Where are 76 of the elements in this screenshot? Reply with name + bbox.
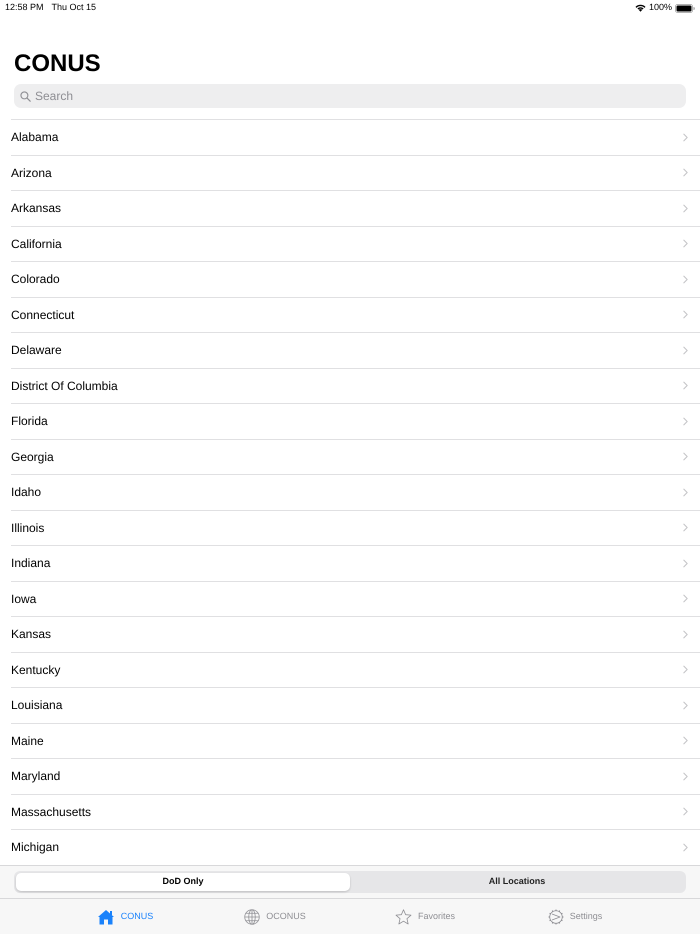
chevron-right-icon <box>683 168 688 178</box>
chevron-right-icon <box>683 665 688 674</box>
search-icon <box>20 90 31 102</box>
list-row[interactable]: Illinois <box>11 510 700 546</box>
chevron-right-icon <box>683 523 688 532</box>
status-date: Thu Oct 15 <box>52 1 96 14</box>
state-name: Georgia <box>11 448 54 466</box>
state-name: Iowa <box>11 590 36 608</box>
state-name: California <box>11 236 62 253</box>
chevron-right-icon <box>683 772 688 781</box>
state-name: Idaho <box>11 484 42 502</box>
state-name: Maryland <box>11 768 60 786</box>
state-name: Kansas <box>11 626 52 644</box>
list-row[interactable]: Idaho <box>11 475 700 510</box>
list-row[interactable]: Florida <box>11 404 700 440</box>
list-row[interactable]: Alabama <box>11 120 700 156</box>
chevron-right-icon <box>683 310 688 320</box>
list-row[interactable]: Arkansas <box>11 191 700 226</box>
globe-icon <box>244 908 260 924</box>
chevron-right-icon <box>683 842 688 852</box>
chevron-right-icon <box>683 381 688 390</box>
segment-button[interactable]: All Locations <box>350 873 684 891</box>
state-name: Maine <box>11 732 44 750</box>
list-row[interactable]: Massachusetts <box>11 794 700 830</box>
chevron-right-icon <box>683 594 688 604</box>
list-row[interactable]: California <box>11 226 700 262</box>
state-name: Connecticut <box>11 306 74 324</box>
state-name: Arkansas <box>11 200 62 218</box>
gear-icon <box>548 908 564 924</box>
list-row[interactable]: Iowa <box>11 582 700 617</box>
chevron-right-icon <box>683 416 688 426</box>
battery-percentage: 100% <box>648 1 672 14</box>
chevron-right-icon <box>683 346 688 355</box>
chevron-right-icon <box>683 452 688 462</box>
state-name: Michigan <box>11 839 60 856</box>
chevron-right-icon <box>683 700 688 710</box>
chevron-right-icon <box>683 239 688 248</box>
list-row[interactable]: Georgia <box>11 440 700 475</box>
list-row[interactable]: Kentucky <box>11 652 700 688</box>
chevron-right-icon <box>683 736 688 746</box>
list-row[interactable]: Connecticut <box>11 298 700 333</box>
list-row[interactable]: Maryland <box>11 759 700 794</box>
state-name: District Of Columbia <box>11 378 118 395</box>
battery-icon <box>675 4 695 12</box>
state-name: Illinois <box>11 520 44 537</box>
list-row[interactable]: Delaware <box>11 333 700 368</box>
chevron-right-icon <box>683 807 688 816</box>
search-field[interactable]: Search <box>14 84 686 108</box>
chevron-right-icon <box>683 274 688 284</box>
chevron-right-icon <box>683 488 688 497</box>
wifi-icon <box>634 4 646 12</box>
list-row[interactable]: Arizona <box>11 156 700 191</box>
list-row[interactable]: Kansas <box>11 617 700 652</box>
list-row[interactable]: Colorado <box>11 262 700 298</box>
state-name: Louisiana <box>11 697 62 714</box>
state-name: Arizona <box>11 164 52 182</box>
state-name: Colorado <box>11 271 60 288</box>
chevron-right-icon <box>683 558 688 568</box>
home-icon <box>96 908 115 924</box>
chevron-right-icon <box>683 132 688 142</box>
list-row[interactable]: District Of Columbia <box>11 368 700 404</box>
list-row[interactable]: Louisiana <box>11 688 700 724</box>
list-row[interactable]: Maine <box>11 724 700 759</box>
state-name: Delaware <box>11 342 62 360</box>
chevron-right-icon <box>683 204 688 213</box>
state-name: Alabama <box>11 129 58 146</box>
state-name: Massachusetts <box>11 804 92 821</box>
list-row[interactable]: Indiana <box>11 546 700 582</box>
segment-button[interactable]: DoD Only <box>16 873 350 891</box>
chevron-right-icon <box>683 630 688 639</box>
star-icon <box>394 908 412 924</box>
state-name: Indiana <box>11 555 50 572</box>
status-time: 12:58 PM <box>5 1 44 14</box>
state-name: Florida <box>11 413 48 430</box>
state-name: Kentucky <box>11 662 60 679</box>
page-title: CONUS <box>14 50 101 78</box>
